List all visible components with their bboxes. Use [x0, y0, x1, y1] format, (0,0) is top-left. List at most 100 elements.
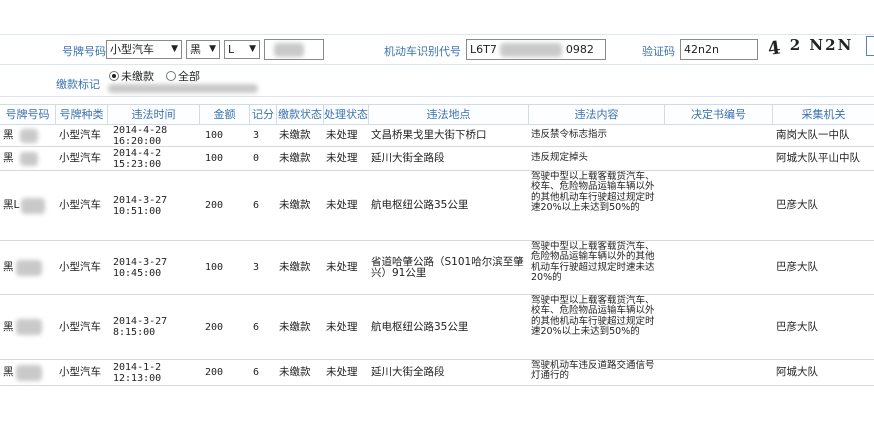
cell-plate: 黑 — [3, 125, 55, 146]
vin-prefix: L6T7 — [470, 43, 497, 56]
redacted-plate — [19, 151, 38, 166]
col-header-content[interactable]: 违法内容 — [529, 104, 665, 125]
cell-points: 6 — [253, 367, 260, 378]
plate-number-input[interactable] — [264, 39, 324, 60]
cell-plate-type: 小型汽车 — [59, 366, 101, 378]
cell-amount: 100 — [205, 153, 224, 164]
col-header-plate[interactable]: 号牌号码 — [0, 104, 56, 125]
cell-points: 3 — [253, 262, 260, 273]
captcha-image[interactable]: 4 2 N2N — [767, 36, 858, 62]
cell-proc-status: 未处理 — [326, 152, 358, 164]
col-header-amount[interactable]: 金额 — [200, 104, 250, 125]
cell-plate-type: 小型汽车 — [59, 261, 101, 273]
cell-agency: 巴彦大队 — [776, 320, 818, 333]
table-row[interactable]: 黑 小型汽车 2014-4-2 15:23:00 100 0 未缴款 未处理 延… — [0, 147, 874, 171]
radio-checked-icon — [109, 71, 119, 81]
province-select[interactable]: 黑 ▼ — [186, 40, 220, 59]
redacted-plate — [274, 43, 304, 57]
cell-time: 2014-3-27 10:51:00 — [113, 194, 168, 217]
cell-location: 航电枢纽公路35公里 — [371, 320, 469, 333]
redacted-plate — [19, 128, 38, 143]
payment-flag-label: 缴款标记 — [56, 78, 100, 91]
cell-pay-status: 未缴款 — [279, 366, 311, 378]
cell-pay-status: 未缴款 — [279, 129, 311, 141]
col-header-proc-status[interactable]: 处理状态 — [324, 104, 369, 125]
cell-plate: 黑 — [3, 147, 55, 170]
cell-time: 2014-3-27 10:45:00 — [113, 256, 168, 279]
cell-content: 驾驶中型以上载客载货汽车、危险物品运输车辆以外的其他机动车行驶超过规定时速未达2… — [531, 241, 655, 283]
col-header-agency[interactable]: 采集机关 — [773, 104, 874, 125]
table-row[interactable]: 黑 小型汽车 2014-4-28 16:20:00 100 3 未缴款 未处理 … — [0, 125, 874, 147]
chevron-down-icon: ▼ — [171, 44, 178, 54]
cell-amount: 100 — [205, 130, 224, 141]
vin-input[interactable]: L6T7 0982 — [466, 39, 606, 60]
radio-unpaid[interactable]: 未缴款 — [109, 68, 154, 84]
cell-proc-status: 未处理 — [326, 261, 358, 273]
radio-all-label: 全部 — [178, 70, 200, 83]
table-row[interactable]: 黑L 小型汽车 2014-3-27 10:51:00 200 6 未缴款 未处理… — [0, 171, 874, 241]
cell-agency: 南岗大队一中队 — [776, 129, 850, 141]
captcha-input-value: 42n2n — [684, 43, 719, 56]
cell-points: 6 — [253, 321, 260, 333]
cell-plate: 黑 — [3, 360, 55, 385]
cell-content: 驾驶机动车违反道路交通信号灯通行的 — [531, 360, 655, 382]
captcha-chars: 2 N2N — [789, 36, 854, 54]
cell-location: 航电枢纽公路35公里 — [371, 199, 469, 211]
cell-amount: 100 — [205, 262, 224, 273]
col-header-decision-no[interactable]: 决定书编号 — [665, 104, 773, 125]
cell-location: 省道哈肇公路（S101哈尔滨至肇兴）91公里 — [371, 255, 524, 279]
cell-amount: 200 — [205, 200, 224, 211]
cell-location: 文昌桥果戈里大街下桥口 — [371, 129, 487, 141]
chevron-down-icon: ▼ — [209, 44, 216, 54]
cell-agency: 阿城大队平山中队 — [776, 152, 860, 164]
cell-content: 驾驶中型以上载客载货汽车、校车、危险物品运输车辆以外的其他机动车行驶超过规定时速… — [531, 295, 655, 337]
cell-pay-status: 未缴款 — [279, 199, 311, 211]
col-header-points[interactable]: 记分 — [250, 104, 277, 125]
cell-pay-status: 未缴款 — [279, 261, 311, 273]
redacted-plate — [15, 319, 42, 335]
cell-agency: 阿城大队 — [776, 366, 818, 378]
radio-unchecked-icon — [166, 71, 176, 81]
cell-pay-status: 未缴款 — [279, 320, 311, 333]
plate-number-label: 号牌号码 — [62, 45, 106, 58]
cell-proc-status: 未处理 — [326, 366, 358, 378]
search-form: 号牌号码 小型汽车 ▼ 黑 ▼ L ▼ 机动车识别代号 L6T7 0982 验证… — [0, 0, 874, 97]
vehicle-type-value: 小型汽车 — [110, 43, 154, 56]
vin-suffix: 0982 — [565, 43, 594, 56]
redacted-vin — [500, 43, 563, 57]
col-header-pay-status[interactable]: 缴款状态 — [277, 104, 324, 125]
province-value: 黑 — [190, 43, 201, 56]
plate-letter-select[interactable]: L ▼ — [224, 40, 260, 59]
cell-points: 0 — [253, 153, 260, 164]
col-header-time[interactable]: 违法时间 — [108, 104, 200, 125]
cell-proc-status: 未处理 — [326, 129, 358, 141]
cell-amount: 200 — [205, 367, 224, 378]
cell-points: 3 — [253, 130, 260, 141]
cell-content: 违反规定掉头 — [531, 152, 589, 164]
captcha-refresh-button[interactable] — [866, 36, 874, 56]
cell-plate: 黑 — [3, 295, 55, 359]
chevron-down-icon: ▼ — [249, 44, 256, 54]
cell-pay-status: 未缴款 — [279, 152, 311, 164]
redacted-plate — [21, 197, 46, 214]
vehicle-type-select[interactable]: 小型汽车 ▼ — [106, 40, 182, 59]
cell-time: 2014-4-2 15:23:00 — [113, 147, 162, 170]
search-row-payment: 缴款标记 未缴款 全部 — [0, 64, 874, 97]
table-row[interactable]: 黑 小型汽车 2014-3-27 10:45:00 100 3 未缴款 未处理 … — [0, 241, 874, 295]
cell-plate-type: 小型汽车 — [59, 129, 101, 141]
cell-time: 2014-3-27 8:15:00 — [113, 316, 168, 338]
col-header-location[interactable]: 违法地点 — [369, 104, 529, 125]
table-row[interactable]: 黑 小型汽车 2014-3-27 8:15:00 200 6 未缴款 未处理 航… — [0, 295, 874, 360]
search-row-plate: 号牌号码 小型汽车 ▼ 黑 ▼ L ▼ 机动车识别代号 L6T7 0982 验证… — [0, 34, 874, 64]
col-header-plate-type[interactable]: 号牌种类 — [56, 104, 108, 125]
table-row[interactable]: 黑 小型汽车 2014-1-2 12:13:00 200 6 未缴款 未处理 延… — [0, 360, 874, 386]
captcha-input[interactable]: 42n2n — [680, 39, 758, 60]
cell-proc-status: 未处理 — [326, 320, 358, 333]
radio-all[interactable]: 全部 — [166, 68, 200, 84]
radio-unpaid-label: 未缴款 — [121, 70, 154, 83]
cell-location: 延川大街全路段 — [371, 366, 445, 378]
cell-plate: 黑L — [3, 171, 55, 240]
vin-label: 机动车识别代号 — [384, 45, 461, 58]
cell-time: 2014-1-2 12:13:00 — [113, 361, 162, 384]
captcha-label: 验证码 — [642, 45, 675, 58]
